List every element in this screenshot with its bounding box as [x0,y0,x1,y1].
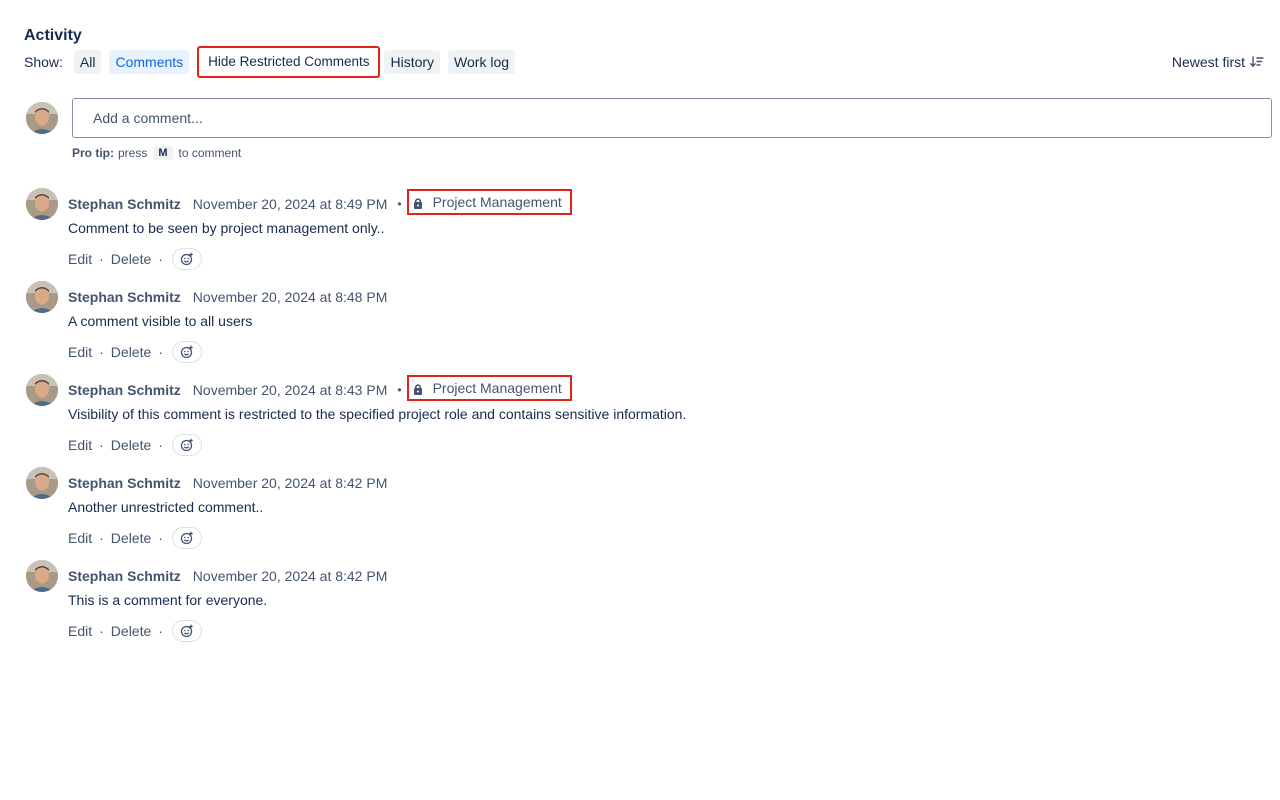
delete-comment-button[interactable]: Delete [111,530,151,546]
comment-header: Stephan Schmitz November 20, 2024 at 8:4… [68,471,387,495]
activity-panel: Activity Show: All Comments Hide Restric… [0,0,1280,800]
pro-tip-lead: Pro tip: [72,146,114,160]
comment-body: Comment to be seen by project management… [68,220,385,236]
action-separator: · [99,530,104,546]
author-avatar [26,467,58,499]
comment-timestamp[interactable]: November 20, 2024 at 8:42 PM [193,568,388,584]
comment-author[interactable]: Stephan Schmitz [68,475,181,491]
filter-all-button[interactable]: All [73,50,102,74]
edit-comment-button[interactable]: Edit [68,623,92,639]
action-separator: · [158,530,163,546]
comment-body: This is a comment for everyone. [68,592,268,608]
action-separator: · [158,251,163,267]
edit-comment-button[interactable]: Edit [68,344,92,360]
pro-tip-press: press [118,146,148,160]
comment-author[interactable]: Stephan Schmitz [68,196,181,212]
current-user-avatar [26,102,58,134]
show-label: Show: [24,54,63,70]
comment-actions: Edit · Delete · [68,433,202,457]
delete-comment-button[interactable]: Delete [111,437,151,453]
author-avatar [26,281,58,313]
separator-dot: • [397,383,402,397]
sort-order-button[interactable]: Newest first [1172,50,1264,74]
comment-actions: Edit · Delete · [68,340,202,364]
comment-actions: Edit · Delete · [68,619,202,643]
comment-item: Stephan Schmitz November 20, 2024 at 8:4… [0,374,1280,467]
add-reaction-icon [180,252,193,266]
filter-hide-restricted-comments-button[interactable]: Hide Restricted Comments [197,46,381,78]
action-separator: · [99,437,104,453]
comment-header: Stephan Schmitz November 20, 2024 at 8:4… [68,375,572,402]
action-separator: · [158,623,163,639]
comment-item: Stephan Schmitz November 20, 2024 at 8:4… [0,188,1280,281]
action-separator: · [99,251,104,267]
filter-history-button[interactable]: History [384,50,441,74]
filter-work-log-button[interactable]: Work log [448,50,516,74]
comment-body: Another unrestricted comment.. [68,499,264,515]
add-reaction-button[interactable] [171,341,202,363]
comment-restriction-badge: Project Management [406,189,572,215]
pro-tip-key: M [153,146,173,160]
comment-header: Stephan Schmitz November 20, 2024 at 8:4… [68,564,387,588]
activity-filter-bar: Show: All Comments Hide Restricted Comme… [24,46,523,78]
comment-author[interactable]: Stephan Schmitz [68,289,181,305]
add-comment-input[interactable] [72,98,1272,138]
edit-comment-button[interactable]: Edit [68,530,92,546]
add-reaction-icon [180,345,193,359]
sort-order-label: Newest first [1171,54,1245,70]
delete-comment-button[interactable]: Delete [111,623,151,639]
comment-header: Stephan Schmitz November 20, 2024 at 8:4… [68,285,387,309]
add-reaction-button[interactable] [171,248,202,270]
comment-actions: Edit · Delete · [68,247,202,271]
comment-timestamp[interactable]: November 20, 2024 at 8:43 PM [193,382,388,398]
action-separator: · [99,623,104,639]
edit-comment-button[interactable]: Edit [68,437,92,453]
add-reaction-button[interactable] [171,434,202,456]
pro-tip-suffix: to comment [178,146,242,160]
comment-actions: Edit · Delete · [68,526,202,550]
comment-timestamp[interactable]: November 20, 2024 at 8:49 PM [193,196,388,212]
add-reaction-icon [180,438,193,452]
comment-item: Stephan Schmitz November 20, 2024 at 8:4… [0,467,1280,560]
filter-comments-button[interactable]: Comments [109,50,190,74]
comment-body: A comment visible to all users [68,313,253,329]
separator-dot: • [397,197,402,211]
delete-comment-button[interactable]: Delete [111,251,151,267]
edit-comment-button[interactable]: Edit [68,251,92,267]
author-avatar [26,374,58,406]
add-reaction-button[interactable] [171,527,202,549]
comment-author[interactable]: Stephan Schmitz [68,382,181,398]
lock-icon [413,384,422,395]
action-separator: · [158,437,163,453]
comment-item: Stephan Schmitz November 20, 2024 at 8:4… [0,281,1280,374]
comment-author[interactable]: Stephan Schmitz [68,568,181,584]
delete-comment-button[interactable]: Delete [111,344,151,360]
action-separator: · [158,344,163,360]
activity-heading: Activity [24,27,82,44]
comment-item: Stephan Schmitz November 20, 2024 at 8:4… [0,560,1280,653]
lock-icon [413,198,422,209]
pro-tip: Pro tip: press M to comment [72,146,241,160]
restriction-label: Project Management [432,194,562,210]
comment-body: Visibility of this comment is restricted… [68,406,687,422]
add-reaction-icon [180,531,193,545]
add-reaction-button[interactable] [171,620,202,642]
sort-descending-icon [1250,56,1264,68]
comment-header: Stephan Schmitz November 20, 2024 at 8:4… [68,189,572,216]
restriction-label: Project Management [432,380,562,396]
author-avatar [26,188,58,220]
comment-timestamp[interactable]: November 20, 2024 at 8:42 PM [193,475,388,491]
comment-timestamp[interactable]: November 20, 2024 at 8:48 PM [193,289,388,305]
comment-restriction-badge: Project Management [406,375,572,401]
add-reaction-icon [180,624,193,638]
action-separator: · [99,344,104,360]
author-avatar [26,560,58,592]
